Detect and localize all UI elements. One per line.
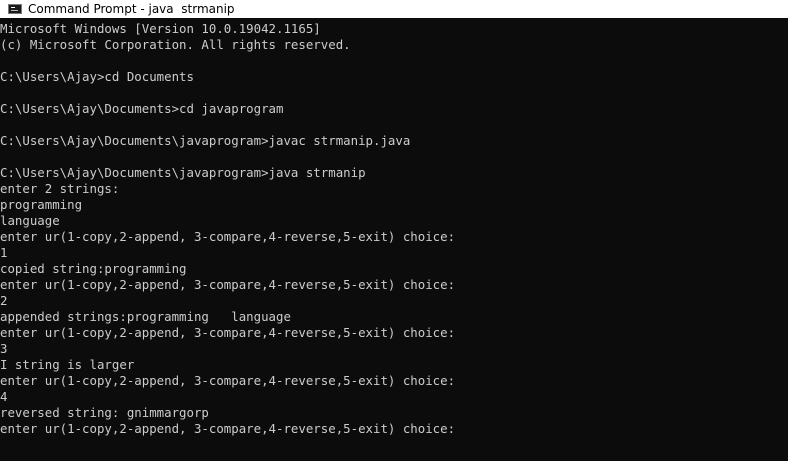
console-line: C:\Users\Ajay\Documents>cd javaprogram bbox=[0, 101, 284, 116]
console-line: copied string:programming bbox=[0, 261, 187, 276]
console-line: 2 bbox=[0, 293, 8, 308]
console-line: enter ur(1-copy,2-append, 3-compare,4-re… bbox=[0, 325, 456, 340]
title-bar[interactable]: Command Prompt - java strmanip bbox=[0, 0, 788, 18]
console-line: I string is larger bbox=[0, 357, 135, 372]
console-line: 4 bbox=[0, 389, 8, 404]
console-line: enter ur(1-copy,2-append, 3-compare,4-re… bbox=[0, 373, 456, 388]
command-prompt-window: Command Prompt - java strmanip Microsoft… bbox=[0, 0, 788, 461]
console-line: language bbox=[0, 213, 60, 228]
console-line: reversed string: gnimmargorp bbox=[0, 405, 209, 420]
console-line: C:\Users\Ajay>cd Documents bbox=[0, 69, 194, 84]
console-line: enter 2 strings: bbox=[0, 181, 120, 196]
console-icon bbox=[8, 4, 22, 14]
console-line: Microsoft Windows [Version 10.0.19042.11… bbox=[0, 21, 321, 36]
console-line: appended strings:programming language bbox=[0, 309, 291, 324]
console-line: 1 bbox=[0, 245, 8, 260]
console-output[interactable]: Microsoft Windows [Version 10.0.19042.11… bbox=[0, 21, 788, 461]
console-line: programming bbox=[0, 197, 83, 212]
console-line: (c) Microsoft Corporation. All rights re… bbox=[0, 37, 351, 52]
console-line: enter ur(1-copy,2-append, 3-compare,4-re… bbox=[0, 277, 456, 292]
console-line: enter ur(1-copy,2-append, 3-compare,4-re… bbox=[0, 229, 456, 244]
window-title: Command Prompt - java strmanip bbox=[28, 2, 235, 16]
console-line: C:\Users\Ajay\Documents\javaprogram>java… bbox=[0, 165, 366, 180]
console-line: C:\Users\Ajay\Documents\javaprogram>java… bbox=[0, 133, 411, 148]
console-line: 3 bbox=[0, 341, 8, 356]
console-line: enter ur(1-copy,2-append, 3-compare,4-re… bbox=[0, 421, 456, 436]
